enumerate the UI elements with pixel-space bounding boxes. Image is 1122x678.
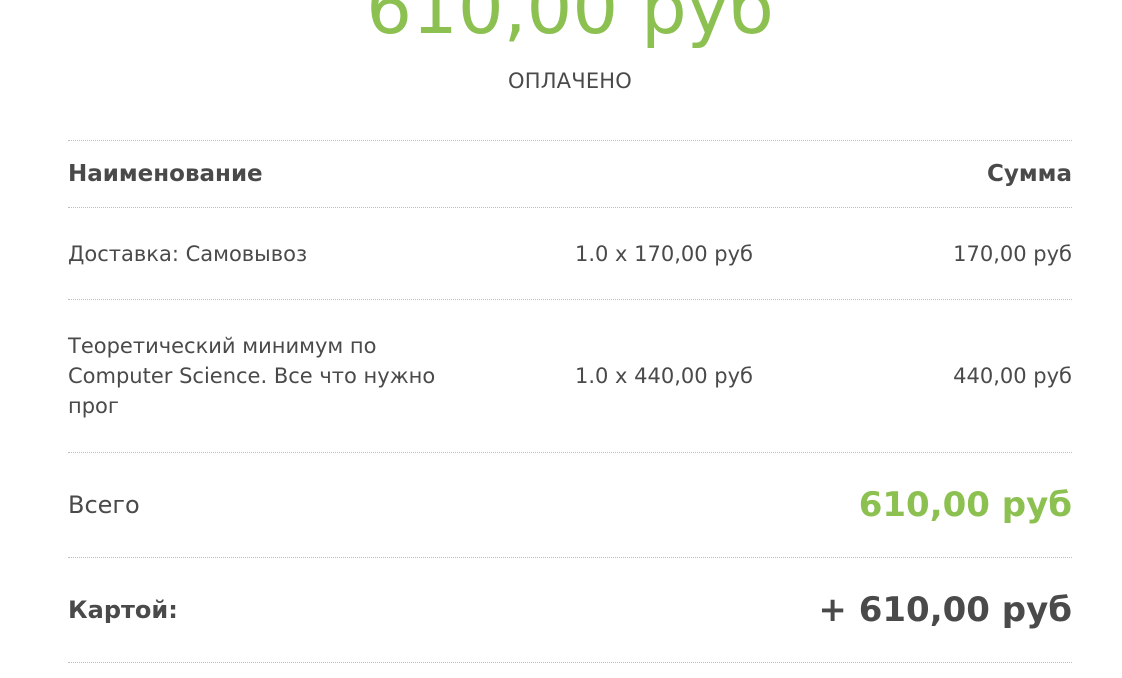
column-header-sum: Сумма: [987, 161, 1072, 187]
item-name: Теоретический минимум по Computer Scienc…: [68, 334, 436, 418]
payment-amount: + 610,00 руб: [818, 590, 1072, 630]
item-quantity-price: 1.0 x 440,00 руб: [574, 364, 754, 388]
item-quantity-price: 1.0 x 170,00 руб: [574, 241, 754, 266]
table-row: Доставка: Самовывоз 1.0 x 170,00 руб 170…: [68, 207, 1072, 299]
item-sum: 440,00 руб: [953, 364, 1072, 388]
table-header: Наименование Сумма: [68, 140, 1072, 207]
item-sum: 170,00 руб: [953, 241, 1072, 266]
column-header-name: Наименование: [68, 161, 263, 187]
item-name: Доставка: Самовывоз: [68, 241, 308, 266]
total-label: Всего: [68, 491, 140, 519]
total-amount: 610,00 руб: [858, 485, 1072, 525]
payment-row: Картой: + 610,00 руб: [68, 557, 1072, 663]
receipt-table: Наименование Сумма Доставка: Самовывоз 1…: [68, 140, 1072, 663]
total-row: Всего 610,00 руб: [68, 452, 1072, 557]
payment-status: ОПЛАЧЕНО: [507, 69, 633, 93]
table-row: Теоретический минимум по Computer Scienc…: [68, 299, 1072, 452]
payment-method-label: Картой:: [68, 596, 178, 624]
paid-amount: 610,00 руб: [366, 0, 774, 50]
